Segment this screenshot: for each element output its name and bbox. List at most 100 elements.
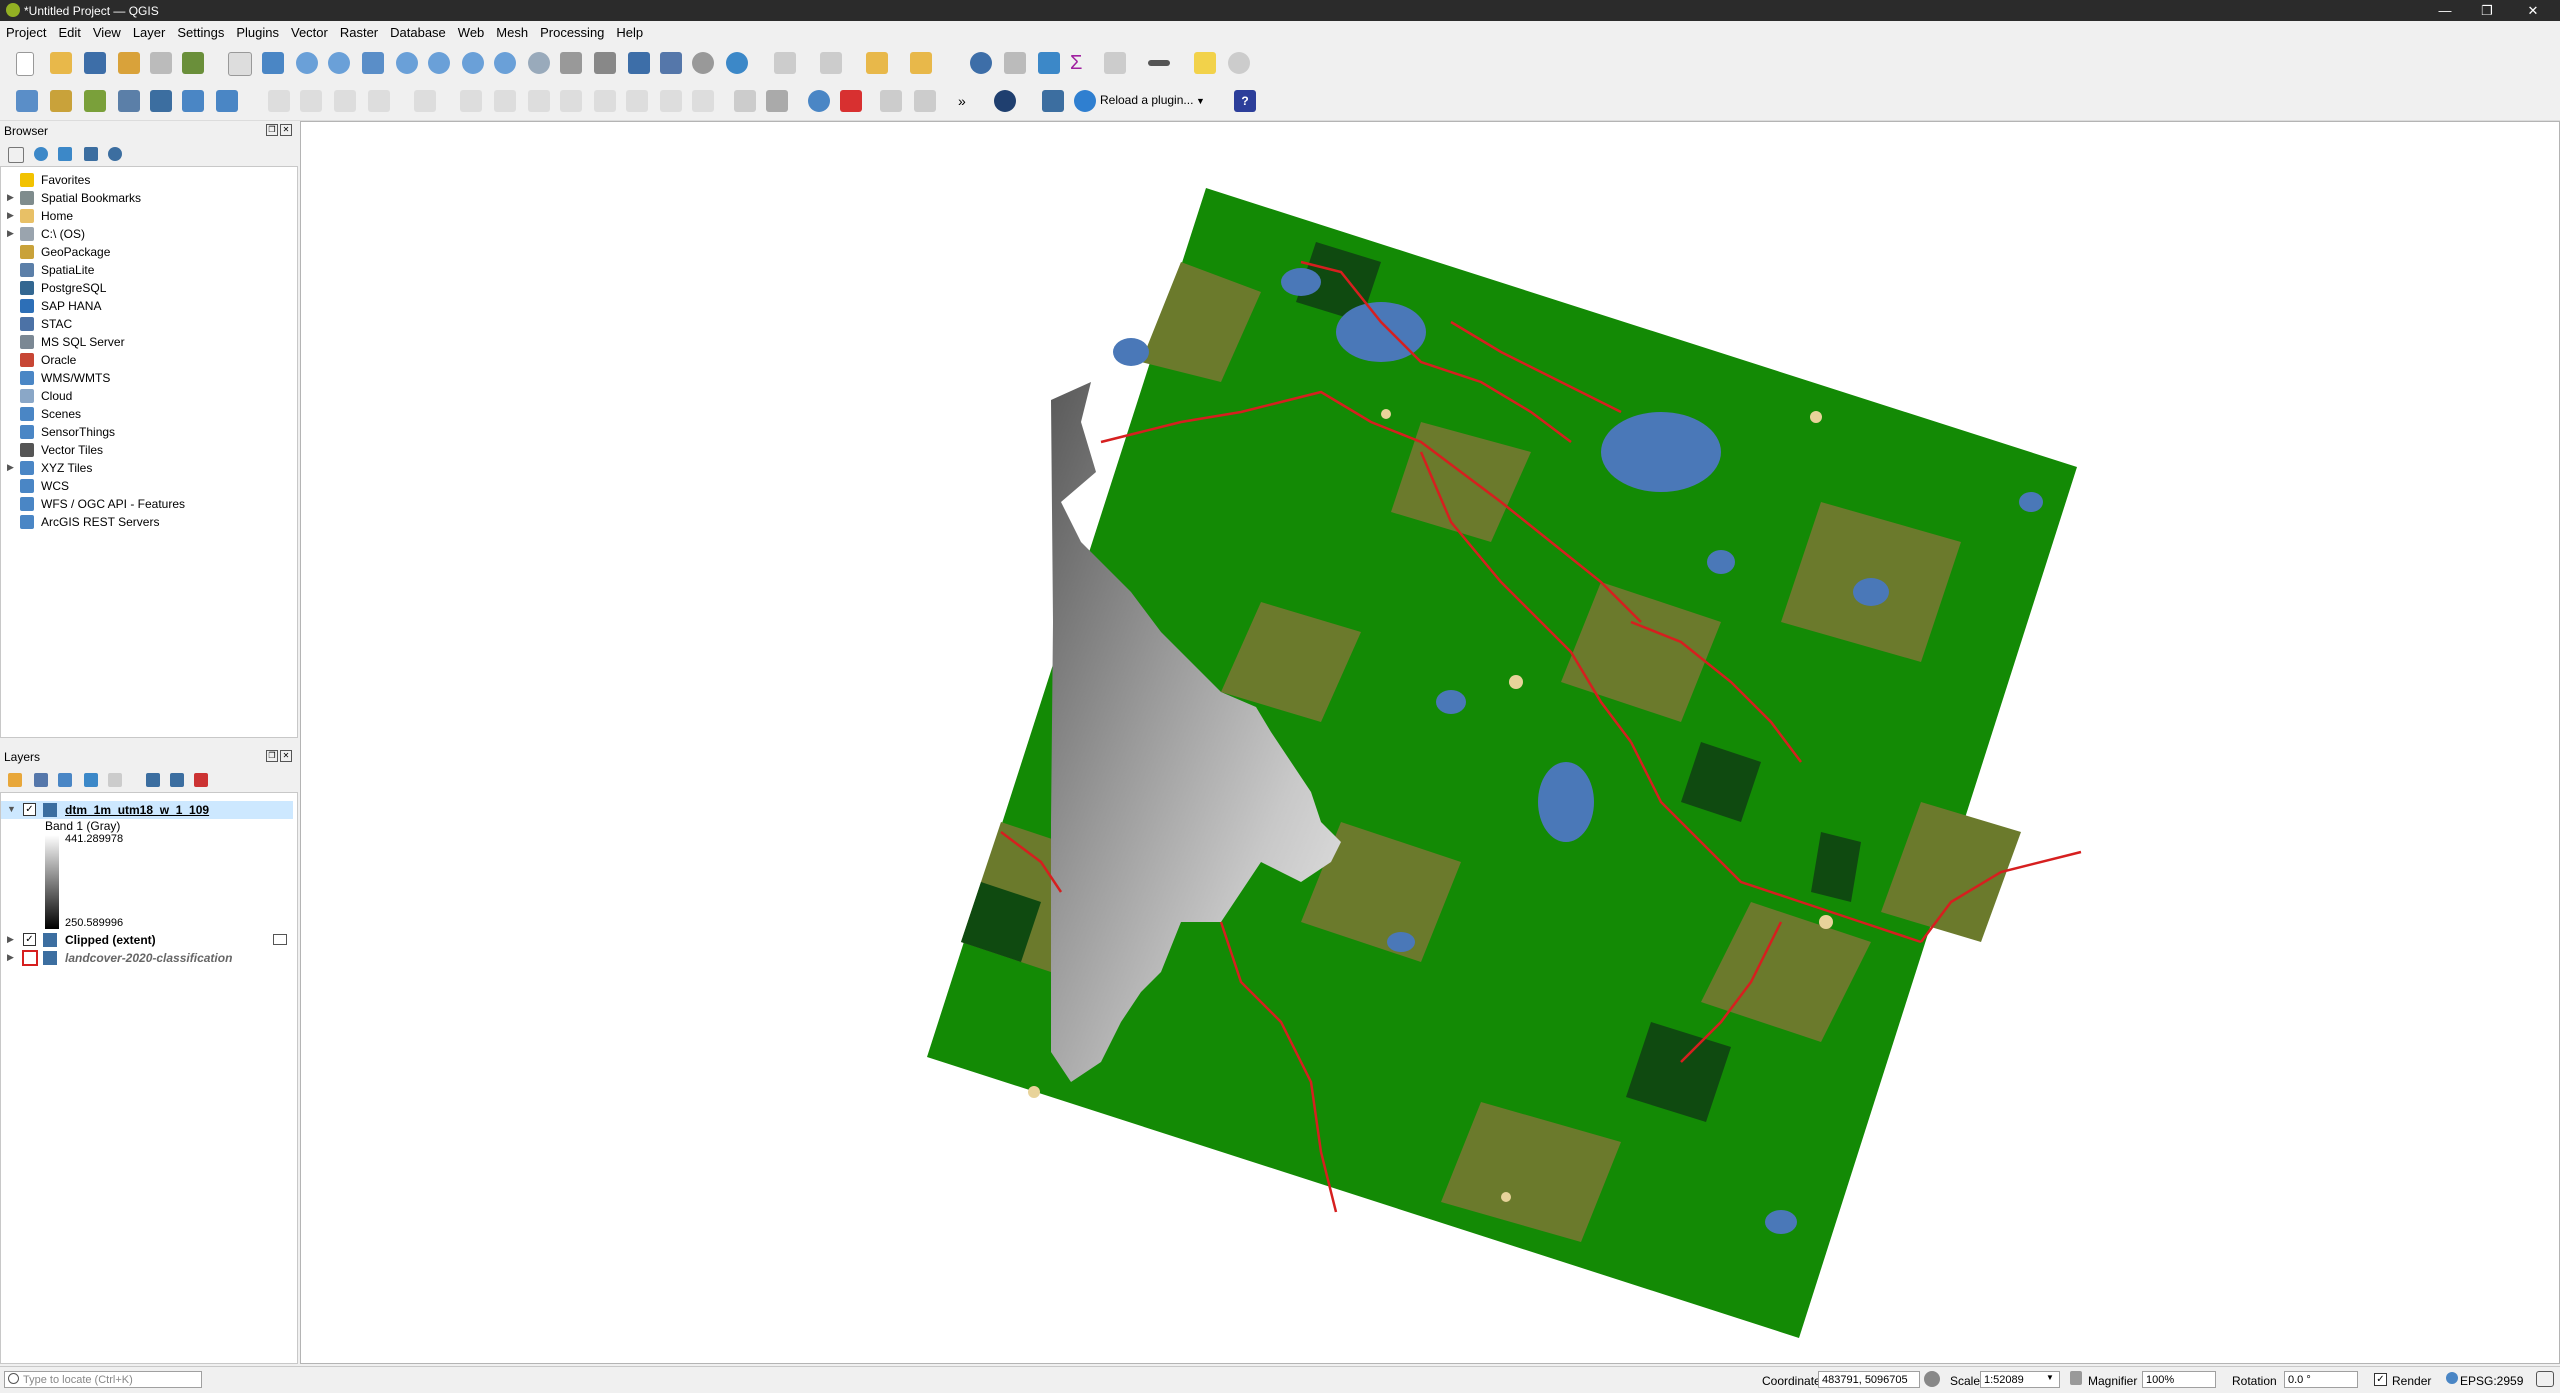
- magnifier-field[interactable]: 100%: [2142, 1371, 2216, 1388]
- layer-row-landcover[interactable]: ▶ landcover-2020-classification: [1, 949, 293, 967]
- open-layer-styling-icon[interactable]: [8, 773, 22, 787]
- paste-features-icon[interactable]: [626, 90, 648, 112]
- menu-mesh[interactable]: Mesh: [490, 21, 534, 40]
- locator-input[interactable]: Type to locate (Ctrl+K): [4, 1371, 202, 1388]
- new-map-view-icon[interactable]: [560, 52, 582, 74]
- select-by-value-icon[interactable]: [820, 52, 842, 74]
- zoom-last-icon[interactable]: [494, 52, 516, 74]
- copy-features-icon[interactable]: [594, 90, 616, 112]
- messages-icon[interactable]: [2536, 1371, 2554, 1387]
- expand-arrow-icon[interactable]: ▶: [7, 462, 14, 473]
- toggle-extents-icon[interactable]: [1924, 1371, 1940, 1387]
- properties-info-icon[interactable]: [108, 147, 122, 161]
- browser-item-star[interactable]: Favorites: [1, 171, 293, 189]
- lock-scale-icon[interactable]: [2070, 1371, 2082, 1385]
- help-icon[interactable]: ?: [1234, 90, 1256, 112]
- more-tools-icon[interactable]: »: [958, 90, 980, 112]
- new-shapefile-layer-icon[interactable]: [84, 90, 106, 112]
- save-project-icon[interactable]: [84, 52, 106, 74]
- scale-dropdown-icon[interactable]: ▼: [2046, 1373, 2054, 1382]
- coordinate-field[interactable]: 483791, 5096705: [1818, 1371, 1920, 1388]
- abc-label-icon[interactable]: [840, 90, 862, 112]
- browser-item-postgresql[interactable]: PostgreSQL: [1, 279, 293, 297]
- browser-item-wcs[interactable]: WCS: [1, 477, 293, 495]
- menu-vector[interactable]: Vector: [285, 21, 334, 40]
- zoom-in-icon[interactable]: [296, 52, 318, 74]
- measure-line-icon[interactable]: [1148, 60, 1170, 66]
- new-print-layout-icon[interactable]: [118, 52, 140, 74]
- expand-arrow-icon[interactable]: ▶: [7, 228, 14, 239]
- undo-icon[interactable]: [660, 90, 682, 112]
- browser-item-wms[interactable]: WMS/WMTS: [1, 369, 293, 387]
- add-vector-layer-icon[interactable]: [216, 90, 238, 112]
- collapse-all-icon[interactable]: [84, 147, 98, 161]
- menu-edit[interactable]: Edit: [52, 21, 86, 40]
- new-spatialite-layer-icon[interactable]: [118, 90, 140, 112]
- filter-legend-icon[interactable]: [84, 773, 98, 787]
- zoom-full-icon[interactable]: [362, 52, 384, 74]
- close-icon[interactable]: ✕: [2518, 2, 2548, 19]
- layout-manager-icon[interactable]: [150, 52, 172, 74]
- zoom-native-icon[interactable]: [462, 52, 484, 74]
- save-edits-icon[interactable]: [334, 90, 356, 112]
- rotation-field[interactable]: 0.0 °: [2284, 1371, 2358, 1388]
- rotate-label-icon[interactable]: [914, 90, 936, 112]
- browser-item-mssql[interactable]: MS SQL Server: [1, 333, 293, 351]
- browser-refresh-icon[interactable]: [34, 147, 48, 161]
- toolbox-icon[interactable]: [1038, 52, 1060, 74]
- browser-float-icon[interactable]: ❐: [266, 124, 278, 136]
- statistics-sigma-icon[interactable]: Σ: [1070, 52, 1092, 74]
- browser-item-folder[interactable]: ▶ Home: [1, 207, 293, 225]
- reload-plugin-button[interactable]: Reload a plugin...: [1100, 93, 1193, 107]
- select-by-location-icon[interactable]: [910, 52, 932, 74]
- new-geopackage-layer-icon[interactable]: [50, 90, 72, 112]
- collapse-arrow-icon[interactable]: ▼: [7, 804, 16, 814]
- delete-icon[interactable]: [528, 90, 550, 112]
- manage-visibility-icon[interactable]: [58, 773, 72, 787]
- zoom-to-layer-icon[interactable]: [428, 52, 450, 74]
- browser-item-wfs[interactable]: WFS / OGC API - Features: [1, 495, 293, 513]
- zoom-next-icon[interactable]: [528, 52, 550, 74]
- filter-by-expression-icon[interactable]: [108, 773, 122, 787]
- reload-plugin-icon[interactable]: [1074, 90, 1096, 112]
- menu-view[interactable]: View: [87, 21, 127, 40]
- data-source-manager-icon[interactable]: [16, 90, 38, 112]
- menu-processing[interactable]: Processing: [534, 21, 610, 40]
- layer-name[interactable]: Clipped (extent): [65, 933, 156, 947]
- minimize-icon[interactable]: —: [2430, 2, 2460, 19]
- add-selected-icon[interactable]: [8, 147, 24, 163]
- move-label-icon[interactable]: [880, 90, 902, 112]
- map-tips-icon[interactable]: [1194, 52, 1216, 74]
- map-canvas[interactable]: [300, 121, 2560, 1364]
- menu-raster[interactable]: Raster: [334, 21, 384, 40]
- expand-arrow-icon[interactable]: ▶: [7, 952, 14, 963]
- layer-indicator-icon[interactable]: [273, 934, 287, 945]
- browser-item-cloud[interactable]: Cloud: [1, 387, 293, 405]
- digitize-icon[interactable]: [368, 90, 390, 112]
- open-project-icon[interactable]: [50, 52, 72, 74]
- menu-database[interactable]: Database: [384, 21, 452, 40]
- menu-help[interactable]: Help: [610, 21, 649, 40]
- crs-globe-icon[interactable]: [2446, 1372, 2458, 1384]
- refresh-icon[interactable]: [726, 52, 748, 74]
- restore-icon[interactable]: ❐: [2472, 2, 2502, 19]
- expand-arrow-icon[interactable]: ▶: [7, 210, 14, 221]
- filter-browser-icon[interactable]: [58, 147, 72, 161]
- browser-item-drive[interactable]: ▶ C:\ (OS): [1, 225, 293, 243]
- browser-item-stac[interactable]: STAC: [1, 315, 293, 333]
- cut-features-icon[interactable]: [560, 90, 582, 112]
- new-project-icon[interactable]: [16, 52, 34, 76]
- layer-row-clipped[interactable]: ▶ ✓ Clipped (extent): [1, 931, 293, 949]
- zoom-to-selection-icon[interactable]: [396, 52, 418, 74]
- layer-name[interactable]: dtm_1m_utm18_w_1_109: [65, 803, 209, 817]
- browser-item-bookmark[interactable]: ▶ Spatial Bookmarks: [1, 189, 293, 207]
- menu-settings[interactable]: Settings: [171, 21, 230, 40]
- browser-item-geopackage[interactable]: GeoPackage: [1, 243, 293, 261]
- layer-name[interactable]: landcover-2020-classification: [65, 951, 232, 965]
- expand-arrow-icon[interactable]: ▶: [7, 192, 14, 203]
- select-features-icon[interactable]: [774, 52, 796, 74]
- menu-project[interactable]: Project: [0, 21, 52, 40]
- deselect-icon[interactable]: [866, 52, 888, 74]
- crs-button[interactable]: EPSG:2959: [2460, 1374, 2523, 1388]
- expand-all-icon[interactable]: [146, 773, 160, 787]
